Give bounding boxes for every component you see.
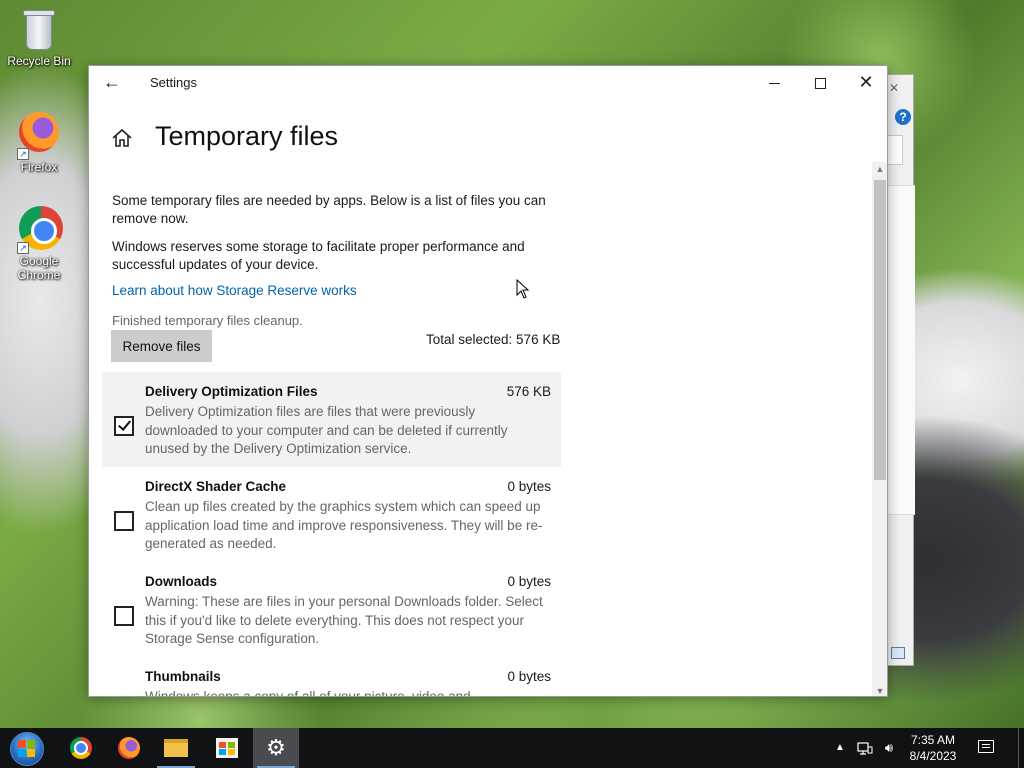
taskbar-settings[interactable]: ⚙ [253,728,299,768]
list-item-thumbnails[interactable]: Thumbnails 0 bytes Windows keeps a copy … [102,657,561,697]
taskbar-firefox[interactable] [106,728,152,768]
volume-icon[interactable]: 🔊︎ [879,728,899,768]
windows-flag-icon [18,740,36,758]
background-window-panel [887,185,915,515]
minimize-button[interactable] [751,66,797,98]
cleanup-status: Finished temporary files cleanup. [112,313,303,328]
taskbar: ⚙ ▲ 🔊︎ 7:35 AM 8/4/2023 [0,728,1024,768]
chrome-icon: ↗ [17,206,63,254]
maximize-button[interactable] [797,66,843,98]
start-button[interactable] [6,730,48,766]
item-size: 0 bytes [507,669,551,684]
maximize-icon [814,77,826,89]
firefox-icon: ↗ [17,112,61,160]
vertical-scrollbar[interactable]: ▲ ▼ [872,162,887,696]
store-icon [216,738,238,758]
desktop-icon-label: Firefox [20,160,58,174]
action-center-icon [978,740,994,753]
taskbar-chrome[interactable] [58,728,104,768]
item-size: 0 bytes [507,479,551,494]
list-item-delivery-optimization[interactable]: Delivery Optimization Files 576 KB Deliv… [102,372,561,467]
close-icon: ✕ [858,72,874,92]
checkbox-downloads[interactable] [114,606,134,626]
clock-time: 7:35 AM [910,733,956,747]
desktop-icon-recycle-bin[interactable]: Recycle Bin [4,8,74,68]
chrome-icon [70,737,92,759]
item-description: Delivery Optimization files are files th… [145,404,508,456]
help-icon[interactable]: ? [895,109,911,125]
item-name: Delivery Optimization Files [145,384,318,399]
item-name: Thumbnails [145,669,221,684]
item-size: 576 KB [506,384,551,399]
clock-date: 8/4/2023 [909,749,957,763]
mouse-cursor-icon [516,279,530,299]
settings-gear-icon: ⚙ [266,735,286,760]
background-window-thumbnail-icon [891,647,905,659]
taskbar-file-explorer[interactable] [153,728,199,768]
desktop-icon-label: Recycle Bin [7,54,71,68]
window-title: Settings [150,75,197,90]
file-explorer-icon [164,739,188,757]
total-selected: Total selected: 576 KB [426,332,561,347]
desktop-icon-label: Google Chrome [17,254,61,282]
title-bar[interactable]: ← Settings ✕ [89,66,887,98]
desktop-icon-chrome[interactable]: ↗ Google Chrome [4,206,74,282]
home-icon[interactable] [111,127,133,149]
item-size: 0 bytes [507,574,551,589]
item-name: Downloads [145,574,218,589]
scroll-down-icon[interactable]: ▼ [872,684,887,696]
chevron-up-icon[interactable]: ▲ [832,728,848,768]
back-arrow-icon[interactable]: ← [99,70,125,94]
checkbox-delivery-optimization[interactable] [114,416,134,436]
taskbar-store[interactable] [204,728,250,768]
remove-files-button[interactable]: Remove files [111,330,212,362]
intro-description: Some temporary files are needed by apps.… [112,193,546,226]
show-desktop-button[interactable] [1018,728,1024,768]
item-description: Warning: These are files in your persona… [145,594,543,646]
scrollbar-thumb[interactable] [874,180,886,480]
background-window-field [887,135,903,165]
checkmark-icon [117,417,132,431]
scroll-up-icon[interactable]: ▲ [872,162,887,176]
list-item-downloads[interactable]: Downloads 0 bytes Warning: These are fil… [102,562,561,657]
system-clock[interactable]: 7:35 AM 8/4/2023 [902,732,964,764]
item-name: DirectX Shader Cache [145,479,287,494]
network-icon[interactable] [855,728,875,768]
firefox-icon [118,737,140,759]
page-title: Temporary files [155,121,339,151]
item-description: Clean up files created by the graphics s… [145,499,543,551]
list-item-directx-shader-cache[interactable]: DirectX Shader Cache 0 bytes Clean up fi… [102,467,561,562]
item-description: Windows keeps a copy of all of your pict… [145,689,471,697]
recycle-bin-icon [22,8,56,50]
minimize-icon [768,82,780,84]
close-icon[interactable]: ✕ [889,81,899,95]
action-center-button[interactable] [972,728,1002,768]
checkbox-directx-shader-cache[interactable] [114,511,134,531]
desktop-icon-firefox[interactable]: ↗ Firefox [4,112,74,174]
close-button[interactable]: ✕ [843,66,887,98]
storage-reserve-link[interactable]: Learn about how Storage Reserve works [112,283,357,298]
storage-reserve-description: Windows reserves some storage to facilit… [112,239,525,272]
settings-window: ← Settings ✕ Temporary files Some tempor… [88,65,888,697]
